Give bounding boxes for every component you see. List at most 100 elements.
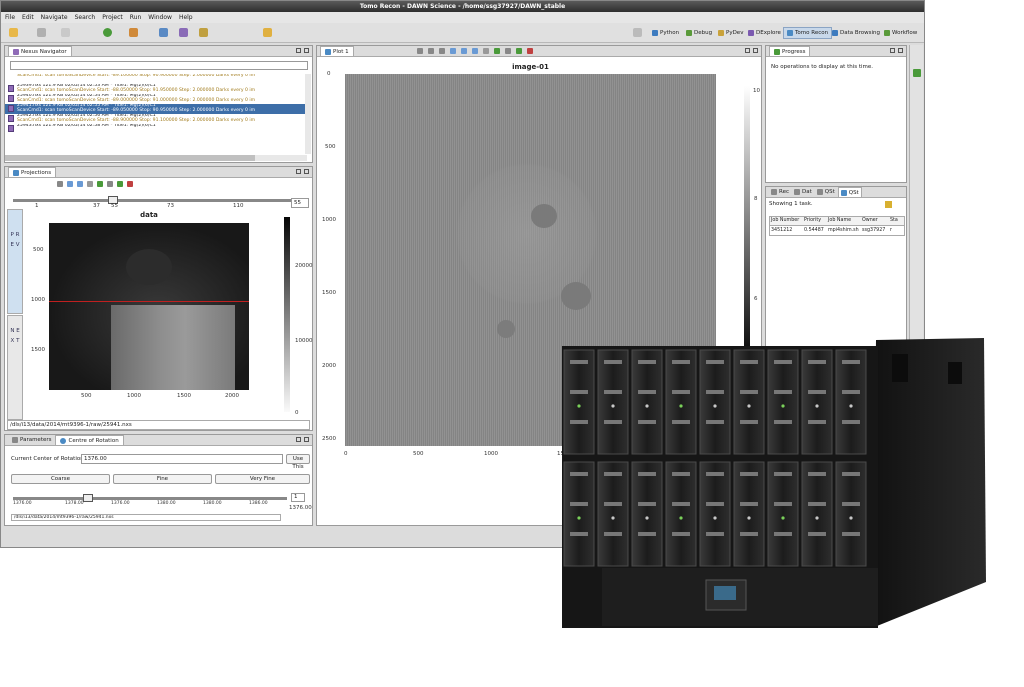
tab-plot-1[interactable]: Plot 1 <box>320 46 354 56</box>
search-icon[interactable] <box>179 28 188 37</box>
refresh-icon[interactable] <box>97 181 103 187</box>
perspective-pydev[interactable]: PyDev <box>715 27 746 39</box>
export-icon[interactable] <box>516 48 522 54</box>
menu-file[interactable]: File <box>5 14 15 21</box>
tab-rec[interactable]: Rec <box>769 187 791 197</box>
prev-button[interactable]: P R E V <box>7 209 23 314</box>
column-header[interactable]: Priority <box>804 217 828 225</box>
perspective-tomo-recon[interactable]: Tomo Recon <box>783 27 833 39</box>
tab-qstat-1[interactable]: QSt <box>814 187 837 197</box>
selection-line[interactable] <box>49 301 249 302</box>
minimize-icon[interactable] <box>296 437 301 442</box>
palette-icon[interactable] <box>127 181 133 187</box>
trim-stack-icon[interactable] <box>913 69 921 77</box>
list-item[interactable]: 25943.nxs 121.9 KB 02/02/14 02:58 AM * T… <box>5 124 307 134</box>
open-perspective-icon[interactable] <box>159 28 168 37</box>
palette-icon[interactable] <box>527 48 533 54</box>
rotation-slider-track[interactable] <box>13 497 287 500</box>
maximize-icon[interactable] <box>898 48 903 53</box>
trace-icon[interactable] <box>428 48 434 54</box>
tab-dat[interactable]: Dat <box>791 187 814 197</box>
tab-progress[interactable]: Progress <box>769 46 811 56</box>
menu-help[interactable]: Help <box>179 14 193 21</box>
navigator-filter-input[interactable] <box>10 61 308 70</box>
vertical-scrollbar[interactable] <box>305 74 311 154</box>
export-icon[interactable] <box>117 181 123 187</box>
list-item[interactable]: ScanCmd1: scan tomoScanDevice Start: -89… <box>5 74 307 84</box>
rotation-slider-thumb[interactable] <box>83 494 93 502</box>
perspective-data-browsing[interactable]: Data Browsing <box>829 27 883 39</box>
menu-edit[interactable]: Edit <box>22 14 34 21</box>
list-item[interactable]: 25939.nxs 121.9 KB 02/02/14 02:53 AM * T… <box>5 84 307 94</box>
rotation-step-stepper[interactable]: 1 <box>291 493 305 502</box>
fine-button[interactable]: Fine <box>113 474 212 484</box>
list-item[interactable]: 25942.nxs 121.9 KB 02/02/14 02:56 AM * T… <box>5 114 307 124</box>
print-icon[interactable] <box>505 48 511 54</box>
menu-navigate[interactable]: Navigate <box>41 14 68 21</box>
perspective-debug[interactable]: Debug <box>683 27 715 39</box>
axes-icon[interactable] <box>417 48 423 54</box>
perspective-workflow[interactable]: Workflow <box>881 27 920 39</box>
server-blade <box>767 461 799 567</box>
cor-value-field[interactable]: 1376.00 <box>81 454 283 464</box>
perspective-switch-icon[interactable] <box>633 28 642 37</box>
list-item[interactable]: 25940.nxs 121.9 KB 02/02/14 02:54 AM * T… <box>5 94 307 104</box>
tab-parameters[interactable]: Parameters <box>8 435 56 445</box>
tab-projections[interactable]: Projections <box>8 167 57 177</box>
tool-icon[interactable] <box>129 28 138 37</box>
table-row[interactable]: 3451212 0.54487 mpi4shim.sh ssg37927 r <box>770 226 904 235</box>
reset-icon[interactable] <box>483 48 489 54</box>
status-led <box>577 404 581 408</box>
print-icon[interactable] <box>61 28 70 37</box>
zoom-icon[interactable] <box>67 181 73 187</box>
tab-qstat-2[interactable]: QSt <box>837 187 862 197</box>
menu-search[interactable]: Search <box>75 14 96 21</box>
zoom-in-icon[interactable] <box>450 48 456 54</box>
print-icon[interactable] <box>107 181 113 187</box>
use-this-button[interactable]: Use This <box>286 454 310 470</box>
axes-icon[interactable] <box>57 181 63 187</box>
menu-project[interactable]: Project <box>102 14 123 21</box>
projection-index-spinner[interactable]: 55 <box>291 198 309 208</box>
tab-centre-of-rotation[interactable]: Centre of Rotation <box>55 435 124 445</box>
perspective-dexplore[interactable]: DExplore <box>745 27 784 39</box>
projection-image[interactable] <box>49 223 249 390</box>
tab-nexus-navigator[interactable]: Nexus Navigator <box>8 46 72 56</box>
projection-slider-track[interactable] <box>13 199 291 202</box>
minimize-icon[interactable] <box>890 48 895 53</box>
back-icon[interactable] <box>263 28 272 37</box>
column-header[interactable]: Sta <box>890 217 902 225</box>
maximize-icon[interactable] <box>304 169 309 174</box>
colorbar-tick-label: 10 <box>753 88 760 94</box>
blade-handle <box>774 472 792 476</box>
horizontal-scrollbar[interactable] <box>5 155 307 161</box>
menu-run[interactable]: Run <box>130 14 142 21</box>
very-fine-button[interactable]: Very Fine <box>215 474 310 484</box>
column-header[interactable]: Job Number <box>770 217 804 225</box>
maximize-icon[interactable] <box>304 48 309 53</box>
coarse-button[interactable]: Coarse <box>11 474 110 484</box>
perspective-python[interactable]: Python <box>649 27 682 39</box>
minimize-icon[interactable] <box>296 169 301 174</box>
refresh-jobs-icon[interactable] <box>885 201 892 208</box>
pan-icon[interactable] <box>77 181 83 187</box>
menu-window[interactable]: Window <box>148 14 172 21</box>
minimize-icon[interactable] <box>296 48 301 53</box>
list-item-selected[interactable]: 25941.nxs 121.9 KB 02/02/14 02:55 AM * T… <box>5 104 307 114</box>
new-icon[interactable] <box>9 28 18 37</box>
tick-label: 73 <box>167 203 174 209</box>
run-icon[interactable] <box>103 28 112 37</box>
edit-icon[interactable] <box>199 28 208 37</box>
pan-icon[interactable] <box>472 48 478 54</box>
minimize-icon[interactable] <box>745 48 750 53</box>
maximize-icon[interactable] <box>753 48 758 53</box>
zoom-out-icon[interactable] <box>461 48 467 54</box>
column-header[interactable]: Owner <box>862 217 890 225</box>
reset-icon[interactable] <box>87 181 93 187</box>
save-icon[interactable] <box>37 28 46 37</box>
refresh-icon[interactable] <box>494 48 500 54</box>
column-header[interactable]: Job Name <box>828 217 862 225</box>
histogram-icon[interactable] <box>439 48 445 54</box>
next-button[interactable]: N E X T <box>7 315 23 420</box>
maximize-icon[interactable] <box>304 437 309 442</box>
